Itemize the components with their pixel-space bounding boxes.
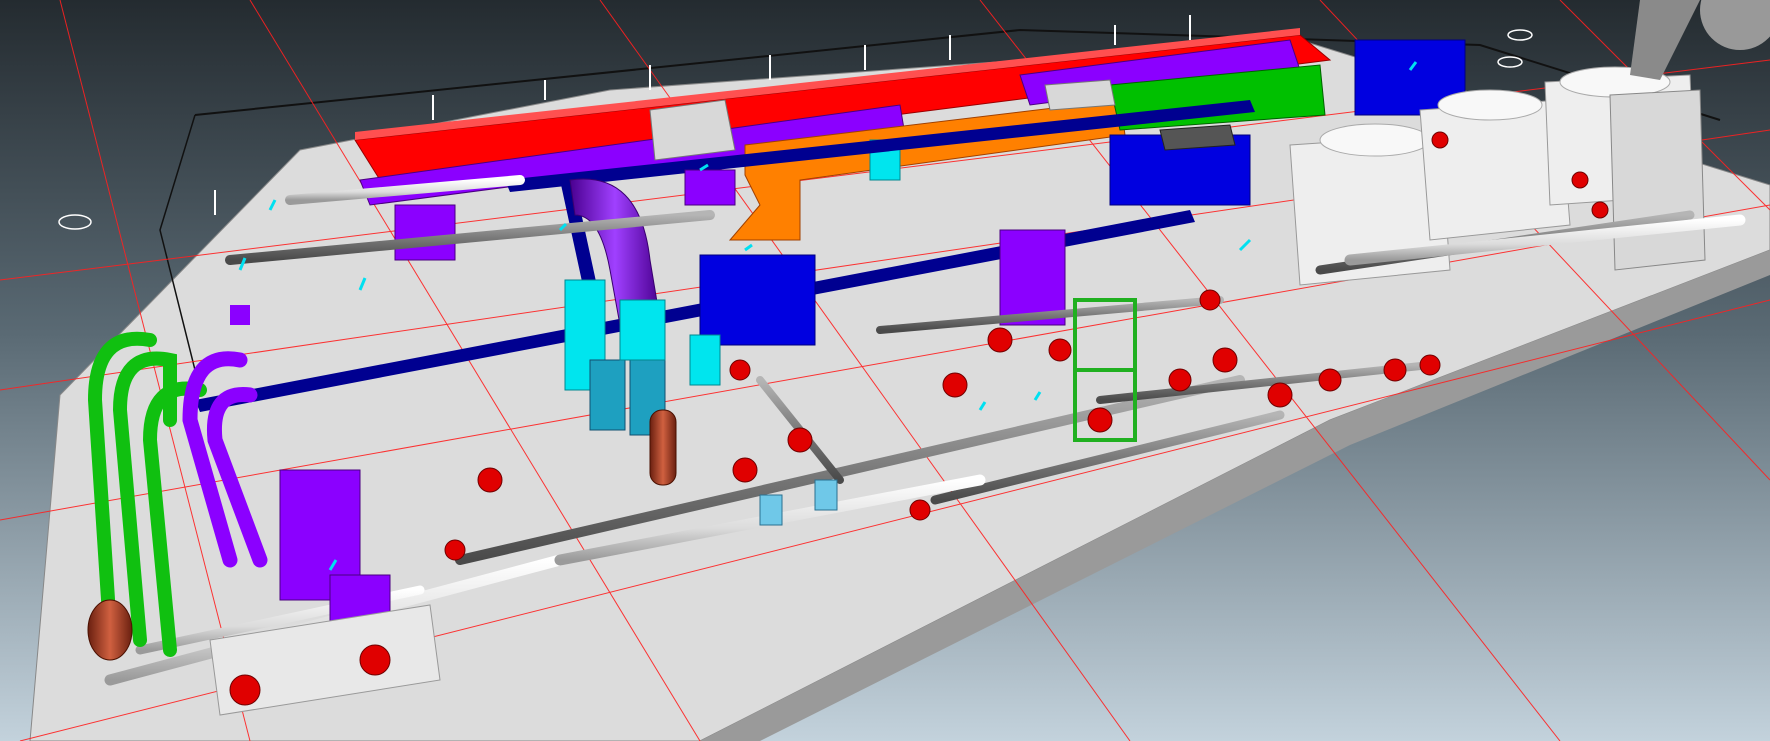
expansion-tank-1[interactable] [87,599,133,661]
fitting-9[interactable] [1212,347,1238,373]
fitting-3[interactable] [729,359,751,381]
fitting-10[interactable] [1267,382,1293,408]
cooling-tower-enclosure [1609,89,1706,271]
fitting-20[interactable] [1591,201,1609,219]
air-handling-unit-blue[interactable] [699,254,816,346]
fitting-5[interactable] [987,327,1013,353]
valve-1[interactable] [759,494,783,526]
fitting-7[interactable] [1087,407,1113,433]
fitting-14[interactable] [1199,289,1221,311]
cooling-tower-2-fan [1437,89,1543,121]
purple-box-4[interactable] [230,305,250,325]
roof-hatch-3 [1159,124,1236,151]
valve-2[interactable] [814,479,838,511]
purple-box-2[interactable] [684,169,736,206]
fitting-6[interactable] [1048,338,1072,362]
fitting-15[interactable] [909,499,931,521]
pump-2[interactable] [359,644,391,676]
model-scene[interactable] [0,0,1770,741]
roof-hatch-1 [649,99,736,161]
pump-1[interactable] [229,674,261,706]
teal-duct-1[interactable] [589,359,626,431]
fitting-13[interactable] [1419,354,1441,376]
purple-box-1[interactable] [394,204,456,261]
fitting-1[interactable] [732,457,758,483]
expansion-tank-2[interactable] [649,409,677,486]
model-viewport[interactable] [0,0,1770,741]
fitting-18[interactable] [1571,171,1589,189]
fitting-11[interactable] [1318,368,1342,392]
cooling-tower-1-fan [1319,123,1431,157]
fitting-17[interactable] [444,539,466,561]
cyan-duct-2[interactable] [619,299,666,361]
fitting-12[interactable] [1383,358,1407,382]
fitting-4[interactable] [942,372,968,398]
fitting-2[interactable] [787,427,813,453]
fitting-16[interactable] [477,467,503,493]
fitting-19[interactable] [1431,131,1449,149]
fitting-8[interactable] [1168,368,1192,392]
roof-hatch-2 [1044,79,1116,111]
